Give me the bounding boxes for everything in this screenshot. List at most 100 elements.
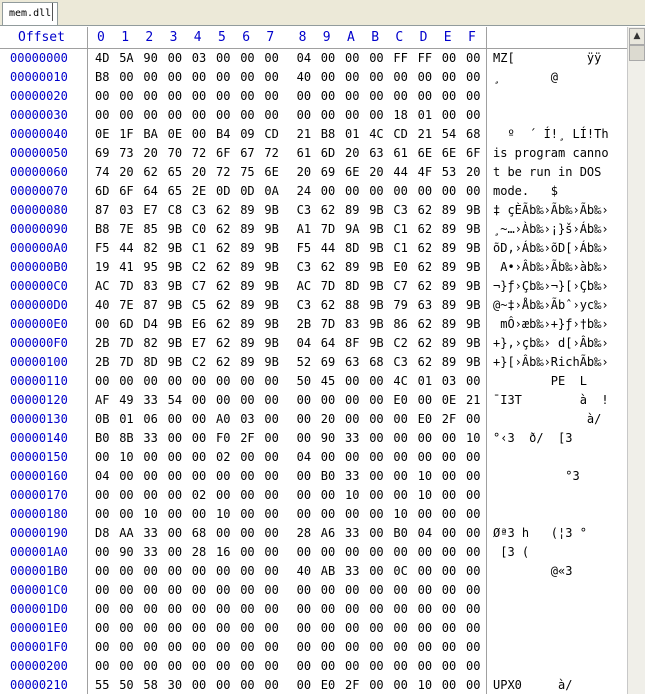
hex-byte[interactable]: 06 bbox=[143, 410, 157, 429]
hex-byte[interactable]: 69 bbox=[321, 353, 335, 372]
hex-byte[interactable]: 90 bbox=[119, 543, 133, 562]
hex-byte[interactable]: 00 bbox=[369, 467, 383, 486]
hex-byte[interactable]: 40 bbox=[95, 296, 109, 315]
hex-byte[interactable]: 7D bbox=[321, 220, 335, 239]
hex-byte[interactable]: 21 bbox=[297, 125, 311, 144]
hex-row[interactable]: 00000180 00 00 10 00 00 10 00 00 00 00 00 00 10 00 00 00 bbox=[0, 505, 627, 524]
hex-byte[interactable]: 9B bbox=[168, 296, 182, 315]
hex-byte[interactable]: 00 bbox=[442, 467, 456, 486]
hex-byte[interactable]: 68 bbox=[466, 125, 480, 144]
hex-byte[interactable]: 00 bbox=[264, 543, 278, 562]
hex-byte[interactable]: 00 bbox=[442, 581, 456, 600]
hex-byte[interactable]: 72 bbox=[216, 163, 230, 182]
hex-byte[interactable]: 00 bbox=[95, 619, 109, 638]
hex-byte[interactable]: 00 bbox=[119, 581, 133, 600]
hex-row[interactable]: 00000210 55 50 58 30 00 00 00 00 00 E0 2F 00 00 10 00 00… bbox=[0, 676, 627, 695]
hex-byte[interactable]: 9B bbox=[466, 258, 480, 277]
hex-byte[interactable]: 18 bbox=[393, 106, 407, 125]
hex-byte[interactable]: 8D bbox=[345, 239, 359, 258]
hex-byte[interactable]: 89 bbox=[442, 296, 456, 315]
ascii-text[interactable]: A•›Âb‰›Ãb‰›àb‰› bbox=[493, 258, 608, 277]
hex-byte[interactable]: 4F bbox=[418, 163, 432, 182]
hex-byte[interactable]: 00 bbox=[393, 638, 407, 657]
hex-byte[interactable]: 40 bbox=[297, 562, 311, 581]
hex-byte[interactable]: 00 bbox=[345, 619, 359, 638]
hex-byte[interactable]: 00 bbox=[369, 486, 383, 505]
hex-byte[interactable]: 00 bbox=[192, 410, 206, 429]
hex-byte[interactable]: 00 bbox=[192, 68, 206, 87]
hex-byte[interactable]: 00 bbox=[321, 87, 335, 106]
hex-byte[interactable]: 89 bbox=[442, 334, 456, 353]
ascii-text[interactable]: ¬}ƒ›Çb‰›¬}[›Çb‰› bbox=[493, 277, 609, 296]
hex-byte[interactable]: 72 bbox=[264, 144, 278, 163]
hex-byte[interactable]: 88 bbox=[345, 296, 359, 315]
hex-byte[interactable]: 04 bbox=[297, 334, 311, 353]
hex-byte[interactable]: B8 bbox=[321, 125, 335, 144]
hex-byte[interactable]: 9B bbox=[264, 277, 278, 296]
ascii-text[interactable]: º ´ Í!¸ LÍ!Th bbox=[493, 125, 608, 144]
hex-byte[interactable]: 33 bbox=[143, 524, 157, 543]
hex-byte[interactable]: 89 bbox=[442, 201, 456, 220]
hex-byte[interactable]: 00 bbox=[240, 68, 254, 87]
hex-row[interactable]: 00000010 B8 00 00 00 00 00 00 00 40 00 00 00 00 00 00 00… bbox=[0, 68, 627, 87]
hex-byte[interactable]: 0D bbox=[240, 182, 254, 201]
ascii-text[interactable]: [3 ( bbox=[493, 543, 529, 562]
hex-row[interactable]: 00000120 AF 49 33 54 00 00 00 00 00 00 00 00 E0 00 0E 21… bbox=[0, 391, 627, 410]
hex-byte[interactable]: 00 bbox=[95, 486, 109, 505]
hex-byte[interactable]: 00 bbox=[297, 638, 311, 657]
hex-byte[interactable]: 00 bbox=[192, 505, 206, 524]
hex-byte[interactable]: 00 bbox=[95, 315, 109, 334]
hex-byte[interactable]: 00 bbox=[240, 87, 254, 106]
hex-byte[interactable]: 89 bbox=[240, 315, 254, 334]
hex-byte[interactable]: C1 bbox=[192, 239, 206, 258]
hex-row[interactable]: 000001C0 00 00 00 00 00 00 00 00 00 00 00 00 00 00 00 00 bbox=[0, 581, 627, 600]
hex-byte[interactable]: 00 bbox=[240, 657, 254, 676]
hex-byte[interactable]: 89 bbox=[442, 239, 456, 258]
hex-byte[interactable]: 0A bbox=[264, 182, 278, 201]
hex-byte[interactable]: 9B bbox=[264, 296, 278, 315]
hex-byte[interactable]: 00 bbox=[321, 600, 335, 619]
hex-byte[interactable]: 00 bbox=[345, 182, 359, 201]
hex-byte[interactable]: 89 bbox=[240, 220, 254, 239]
hex-byte[interactable]: 00 bbox=[216, 562, 230, 581]
hex-byte[interactable]: C2 bbox=[192, 353, 206, 372]
hex-byte[interactable]: 00 bbox=[192, 125, 206, 144]
hex-byte[interactable]: 2B bbox=[95, 353, 109, 372]
hex-byte[interactable]: 6D bbox=[119, 315, 133, 334]
hex-byte[interactable]: 62 bbox=[216, 239, 230, 258]
hex-byte[interactable]: 33 bbox=[345, 562, 359, 581]
hex-byte[interactable]: 82 bbox=[143, 334, 157, 353]
hex-byte[interactable]: 20 bbox=[321, 410, 335, 429]
hex-byte[interactable]: 00 bbox=[345, 87, 359, 106]
hex-byte[interactable]: 00 bbox=[143, 372, 157, 391]
hex-byte[interactable]: 62 bbox=[418, 220, 432, 239]
hex-byte[interactable]: 00 bbox=[442, 87, 456, 106]
hex-byte[interactable]: 00 bbox=[264, 657, 278, 676]
hex-byte[interactable]: 9B bbox=[264, 334, 278, 353]
hex-byte[interactable]: 00 bbox=[442, 676, 456, 695]
hex-byte[interactable]: 00 bbox=[345, 410, 359, 429]
hex-byte[interactable]: 00 bbox=[216, 391, 230, 410]
hex-byte[interactable]: 00 bbox=[418, 182, 432, 201]
hex-byte[interactable]: 00 bbox=[466, 448, 480, 467]
hex-byte[interactable]: 00 bbox=[466, 562, 480, 581]
ascii-text[interactable]: MZ[ ÿÿ bbox=[493, 49, 601, 68]
hex-byte[interactable]: 62 bbox=[418, 201, 432, 220]
hex-byte[interactable]: 68 bbox=[369, 353, 383, 372]
hex-byte[interactable]: 6E bbox=[264, 163, 278, 182]
ascii-text[interactable]: +}‚›çb‰› d[›Âb‰› bbox=[493, 334, 609, 353]
hex-byte[interactable]: 00 bbox=[95, 543, 109, 562]
hex-byte[interactable]: 89 bbox=[240, 296, 254, 315]
hex-row[interactable]: 00000070 6D 6F 64 65 2E 0D 0D 0A 24 00 00 00 00 00 00 00… bbox=[0, 182, 627, 201]
hex-byte[interactable]: 9B bbox=[168, 315, 182, 334]
hex-byte[interactable]: 00 bbox=[369, 619, 383, 638]
ascii-text[interactable]: Øª3 h (¦3 ° bbox=[493, 524, 587, 543]
hex-byte[interactable]: 00 bbox=[240, 106, 254, 125]
hex-byte[interactable]: 00 bbox=[264, 87, 278, 106]
hex-byte[interactable]: 00 bbox=[442, 524, 456, 543]
hex-byte[interactable]: 62 bbox=[216, 220, 230, 239]
hex-byte[interactable]: 00 bbox=[119, 657, 133, 676]
hex-byte[interactable]: 8D bbox=[345, 277, 359, 296]
ascii-text[interactable]: mode. $ bbox=[493, 182, 558, 201]
hex-byte[interactable]: 10 bbox=[418, 467, 432, 486]
